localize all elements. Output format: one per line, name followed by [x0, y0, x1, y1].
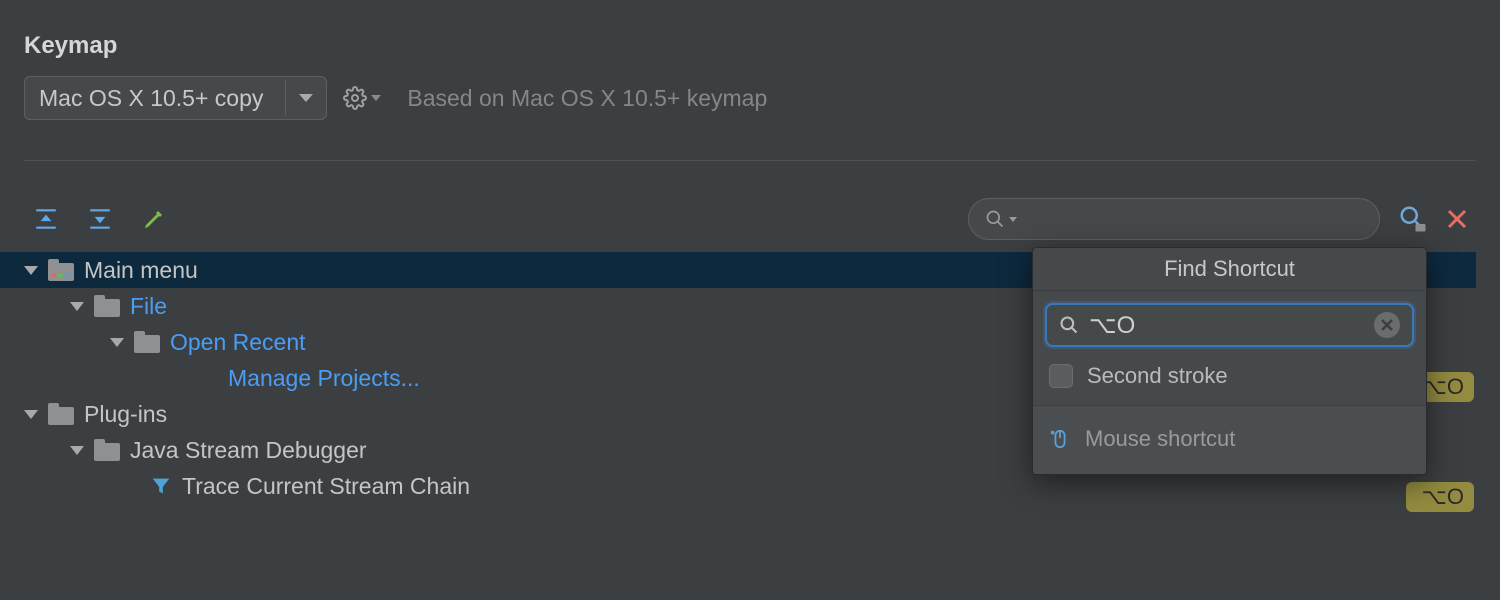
disclosure-triangle-icon[interactable] — [70, 446, 84, 455]
mouse-icon — [1049, 428, 1071, 450]
chevron-down-icon — [371, 95, 381, 101]
tree-label: Java Stream Debugger — [130, 437, 367, 464]
menu-folder-icon — [48, 259, 74, 281]
tree-label: Trace Current Stream Chain — [182, 473, 470, 500]
folder-icon — [94, 439, 120, 461]
find-shortcut-popup: Find Shortcut ⌥O Second stroke Mouse sho… — [1032, 247, 1427, 475]
tree-label: Plug-ins — [84, 401, 167, 428]
popup-title: Find Shortcut — [1033, 248, 1426, 291]
mouse-shortcut-row[interactable]: Mouse shortcut — [1033, 406, 1426, 474]
close-icon — [1381, 319, 1393, 331]
folder-icon — [94, 295, 120, 317]
chevron-down-icon[interactable] — [286, 94, 326, 102]
collapse-all-button[interactable] — [78, 201, 122, 237]
based-on-label: Based on Mac OS X 10.5+ keymap — [407, 85, 767, 112]
tree-label: File — [130, 293, 167, 320]
keymap-dropdown[interactable]: Mac OS X 10.5+ copy — [24, 76, 327, 120]
edit-button[interactable] — [132, 201, 176, 237]
shortcut-badge: ⌥O — [1406, 482, 1474, 512]
disclosure-triangle-icon[interactable] — [24, 266, 38, 275]
shortcut-input-value: ⌥O — [1089, 311, 1364, 340]
disclosure-triangle-icon[interactable] — [110, 338, 124, 347]
folder-icon — [48, 403, 74, 425]
tree-label: Open Recent — [170, 329, 306, 356]
expand-all-button[interactable] — [24, 201, 68, 237]
close-button[interactable] — [1438, 207, 1476, 231]
close-icon — [1445, 207, 1469, 231]
pencil-icon — [142, 207, 166, 231]
search-icon — [1059, 315, 1079, 335]
search-input[interactable] — [968, 198, 1380, 240]
keymap-selector-row: Mac OS X 10.5+ copy Based on Mac OS X 10… — [24, 76, 1476, 120]
filter-icon — [150, 475, 172, 497]
keymap-dropdown-label: Mac OS X 10.5+ copy — [25, 85, 285, 112]
second-stroke-row[interactable]: Second stroke — [1033, 357, 1426, 406]
expand-all-icon — [33, 206, 59, 232]
collapse-all-icon — [87, 206, 113, 232]
find-shortcut-button[interactable] — [1394, 204, 1432, 234]
folder-icon — [134, 331, 160, 353]
search-icon — [985, 209, 1005, 229]
second-stroke-label: Second stroke — [1087, 363, 1228, 389]
tree-label: Manage Projects... — [228, 365, 420, 392]
second-stroke-checkbox[interactable] — [1049, 364, 1073, 388]
tree-toolbar — [24, 194, 1476, 244]
find-shortcut-icon — [1398, 204, 1428, 234]
shortcut-input[interactable]: ⌥O — [1045, 303, 1414, 347]
disclosure-triangle-icon[interactable] — [24, 410, 38, 419]
mouse-shortcut-label: Mouse shortcut — [1085, 426, 1235, 452]
divider — [24, 160, 1476, 161]
disclosure-triangle-icon[interactable] — [70, 302, 84, 311]
gear-icon — [343, 86, 367, 110]
keymap-settings-button[interactable] — [343, 86, 381, 110]
chevron-down-icon — [1009, 217, 1017, 222]
clear-button[interactable] — [1374, 312, 1400, 338]
tree-label: Main menu — [84, 257, 198, 284]
page-title: Keymap — [24, 32, 117, 60]
